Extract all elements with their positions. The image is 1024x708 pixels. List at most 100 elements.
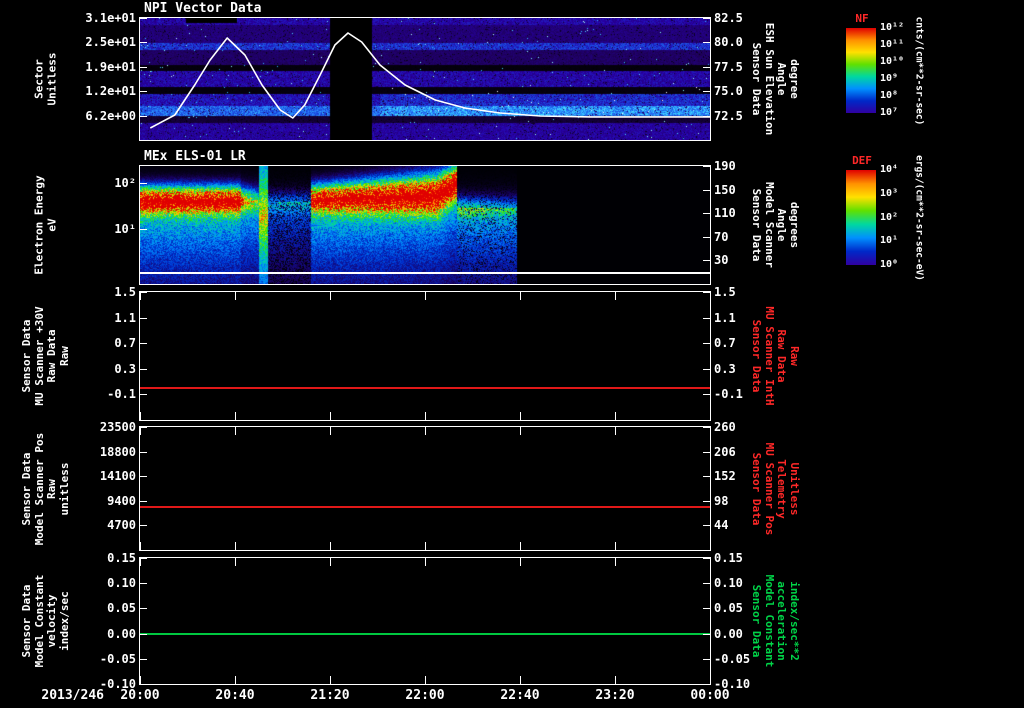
y-tickmark — [703, 189, 710, 191]
left-axis-label-3-line: Raw — [45, 478, 58, 499]
x-tickmark — [615, 412, 616, 420]
colorbar-title: DEF — [852, 154, 872, 167]
y-tickmark — [703, 292, 710, 293]
y-tick-label-left: 0.15 — [107, 551, 136, 565]
y-tickmark — [703, 236, 710, 238]
spectrogram-canvas-1 — [140, 166, 710, 284]
right-axis-label-0-line: Angle — [775, 62, 789, 96]
x-tickmark — [615, 427, 616, 435]
colorbar-unit-1: ergs/(cm**2-sr-sec-eV) — [912, 155, 924, 281]
y-tickmark — [140, 42, 147, 44]
y-tickmark — [703, 394, 710, 396]
colorbar-tick-label: 10⁰ — [880, 259, 899, 270]
x-tickmark — [330, 292, 331, 300]
y-tickmark — [703, 427, 710, 428]
x-tickmark — [235, 427, 236, 435]
y-tick-label-left: 10¹ — [114, 222, 136, 236]
plot-frame-3 — [139, 426, 711, 551]
colorbar-tick-label: 10⁹ — [880, 73, 899, 84]
y-tickmark — [140, 500, 147, 502]
y-tickmark — [140, 292, 147, 293]
y-tickmark — [703, 500, 710, 502]
x-tickmark — [425, 676, 426, 684]
right-axis-label-1-line: Angle — [775, 208, 789, 242]
left-axis-label-3-line: unitless — [57, 462, 71, 515]
y-tickmark — [703, 42, 710, 44]
y-tick-label-left: 6.2e+00 — [85, 108, 136, 123]
x-tickmark — [235, 412, 236, 420]
x-tickmark — [520, 292, 521, 300]
x-tick-label: 20:00 — [120, 688, 160, 703]
overlay-hline — [140, 272, 710, 274]
left-axis-label-3: Sensor Data Model Scanner Pos Raw unitless — [20, 432, 71, 545]
x-tick-label: 22:40 — [500, 688, 540, 703]
x-tick-label: 23:20 — [595, 688, 635, 703]
left-axis-label-0: Sector Unitless — [33, 53, 59, 106]
left-axis-label-4-line: index/sec — [57, 591, 71, 651]
y-tickmark — [140, 684, 147, 685]
x-tickmark — [615, 558, 616, 566]
right-axis-label-4: index/sec**2 acceleration Model Constant Se… — [750, 574, 802, 668]
y-tickmark — [703, 658, 710, 660]
y-tickmark — [140, 317, 147, 319]
x-tickmark — [235, 676, 236, 684]
left-axis-label-4-line: velocity — [45, 594, 58, 648]
y-tickmark — [703, 18, 710, 19]
y-tick-label-right: 260 — [714, 420, 736, 434]
x-tickmark — [330, 412, 331, 420]
colorbar-tick-label: 10³ — [880, 187, 899, 199]
y-tickmark — [140, 182, 147, 184]
x-tickmark — [710, 676, 711, 684]
plot-frame-2 — [139, 291, 711, 421]
y-tickmark — [140, 658, 147, 660]
right-axis-label-2-line: Raw — [788, 346, 801, 366]
x-tickmark — [425, 542, 426, 550]
x-tickmark — [520, 558, 521, 566]
y-tickmark — [703, 213, 710, 215]
y-tickmark — [703, 317, 710, 319]
y-tick-label-right: 190 — [714, 159, 736, 173]
x-tick-label: 20:40 — [215, 688, 255, 703]
plot-frame-4 — [139, 557, 711, 685]
x-tickmark — [425, 558, 426, 566]
left-axis-label-2-line: Raw — [57, 346, 71, 366]
right-axis-label-3-line: Sensor Data — [750, 452, 764, 525]
x-tickmark — [710, 412, 711, 420]
x-tickmark — [140, 427, 141, 435]
y-tickmark — [703, 343, 710, 345]
right-axis-label-2-line: Raw Data — [775, 329, 789, 383]
y-tickmark — [140, 368, 147, 370]
colorbar-tick-label: 10¹⁰ — [880, 56, 905, 67]
y-tick-label-right: 1.5 — [714, 285, 736, 299]
x-axis-date-label: 2013/246 — [41, 688, 104, 703]
x-tickmark — [330, 542, 331, 550]
x-tickmark — [140, 542, 141, 550]
colorbar-tick-label: 10¹ — [880, 235, 899, 247]
colorbar-tick-label: 10¹¹ — [880, 39, 905, 50]
y-tickmark — [703, 684, 710, 685]
colorbar-tick-label: 10⁸ — [880, 90, 899, 101]
right-axis-label-0-line: ESH Sun Elevation — [763, 22, 776, 136]
x-tickmark — [520, 676, 521, 684]
y-tickmark — [140, 525, 147, 527]
x-tickmark — [520, 542, 521, 550]
plot-screen: NPI Vector Data 3.1e+01 2.5e+01 1.9e+01 1.2e… — [0, 0, 1024, 708]
y-tickmark — [140, 427, 147, 428]
colorbar-unit-0: cnts/(cm**2-sr-sec) — [912, 16, 924, 125]
overlay-curve-svg — [149, 32, 710, 129]
colorbar-DEF — [846, 170, 876, 265]
y-tickmark — [703, 260, 710, 262]
x-tickmark — [330, 676, 331, 684]
right-axis-label-4-line: Model Constant — [763, 574, 776, 668]
y-tickmark — [703, 451, 710, 453]
x-tickmark — [425, 292, 426, 300]
x-tickmark — [330, 558, 331, 566]
x-tickmark — [140, 292, 141, 300]
right-axis-label-3-line: Unitless — [788, 462, 801, 515]
colorbar-tick-label: 10² — [880, 211, 899, 223]
right-axis-label-1: degrees Angle Model Scanner Sensor Data — [750, 182, 802, 268]
left-axis-label-1: Electron Energy eV — [33, 175, 59, 274]
left-axis-label-4: Sensor Data Model Constant velocity index/s… — [20, 575, 71, 668]
y-tickmark — [703, 368, 710, 370]
right-axis-label-3-line: MU Scanner Pos — [763, 442, 776, 535]
